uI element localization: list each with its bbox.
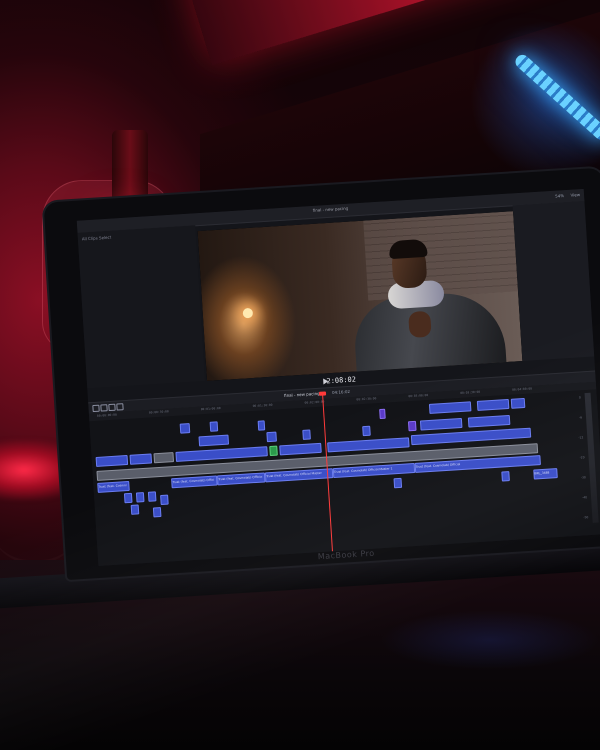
audio-fragment[interactable] <box>135 492 145 503</box>
audio-fragment[interactable] <box>130 504 140 515</box>
blade-tool-icon[interactable] <box>108 403 116 412</box>
laptop-screen: final - new pacing 54% View All Clips Se… <box>76 188 600 567</box>
zoom-tool-icon[interactable] <box>116 403 124 411</box>
ruler-tick: 00:03:30:00 <box>460 389 481 395</box>
connected-clip[interactable] <box>302 429 311 440</box>
meter-label: -50 <box>583 515 589 520</box>
meter-label: -12 <box>578 435 584 440</box>
connected-clip[interactable] <box>179 423 191 434</box>
ruler-tick: 00:03:00:00 <box>408 392 429 399</box>
connected-clip[interactable] <box>476 398 510 411</box>
broll-clip[interactable] <box>175 446 268 462</box>
broll-clip[interactable] <box>269 445 278 457</box>
broll-clip[interactable] <box>95 454 129 467</box>
inspector-pane[interactable] <box>512 200 595 362</box>
meter-label: -20 <box>579 455 585 460</box>
meter-label: 0 <box>578 395 581 400</box>
connected-clip[interactable] <box>428 401 472 414</box>
broll-clip[interactable] <box>410 427 532 446</box>
browser-pane[interactable] <box>77 225 206 389</box>
video-person-hair <box>388 238 428 260</box>
audio-fragment[interactable] <box>393 477 403 489</box>
broll-clip[interactable] <box>327 437 410 453</box>
connected-clip[interactable] <box>419 417 463 431</box>
audio-clip-label: BRL_3488 <box>534 470 550 476</box>
connected-clip[interactable] <box>510 397 526 409</box>
meter-label: -6 <box>578 415 583 420</box>
audio-fragment[interactable] <box>147 491 157 502</box>
connected-clip[interactable] <box>407 420 417 432</box>
trim-tool-icon[interactable] <box>100 404 108 412</box>
connected-clip[interactable] <box>362 425 371 437</box>
ruler-tick: 00:02:30:00 <box>356 396 377 402</box>
video-person-hand <box>408 310 432 339</box>
connected-clip[interactable] <box>198 434 230 447</box>
broll-clip[interactable] <box>153 452 175 464</box>
audio-fragment[interactable] <box>160 494 169 506</box>
connected-clip[interactable] <box>266 431 277 443</box>
view-menu[interactable]: View <box>570 192 580 198</box>
broll-clip[interactable] <box>279 442 322 456</box>
broll-clip[interactable] <box>129 453 153 465</box>
led-glow <box>470 20 600 180</box>
viewer-zoom[interactable]: 54% <box>555 193 564 199</box>
connected-clip[interactable] <box>257 420 266 431</box>
connected-clip[interactable] <box>467 414 511 428</box>
meter-label: -40 <box>582 495 588 500</box>
laptop: MacBook Pro final - new pacing 54% View … <box>0 167 600 609</box>
ruler-tick: 00:00:30:00 <box>148 409 169 415</box>
playhead-handle[interactable] <box>318 391 327 396</box>
ruler-tick: 00:01:30:00 <box>252 402 273 409</box>
project-name[interactable]: final - new pacing <box>284 391 320 398</box>
audio-fragment[interactable] <box>152 507 162 518</box>
select-tool-icon[interactable] <box>92 404 100 413</box>
connected-clip[interactable] <box>379 408 386 420</box>
meter-label: -30 <box>580 475 586 480</box>
ruler-tick: 00:04:00:00 <box>512 386 533 392</box>
connected-clip[interactable] <box>209 421 219 432</box>
keyboard-glow <box>380 610 600 670</box>
ruler-tick: 00:00:00:00 <box>96 412 117 418</box>
ruler-tick: 00:01:00:00 <box>200 406 221 412</box>
project-duration: 04:16:02 <box>331 388 351 396</box>
photo-scene: MacBook Pro final - new pacing 54% View … <box>0 0 600 750</box>
audio-fragment[interactable] <box>501 471 510 482</box>
video-viewer[interactable] <box>197 211 523 381</box>
audio-fragment[interactable] <box>123 492 133 504</box>
